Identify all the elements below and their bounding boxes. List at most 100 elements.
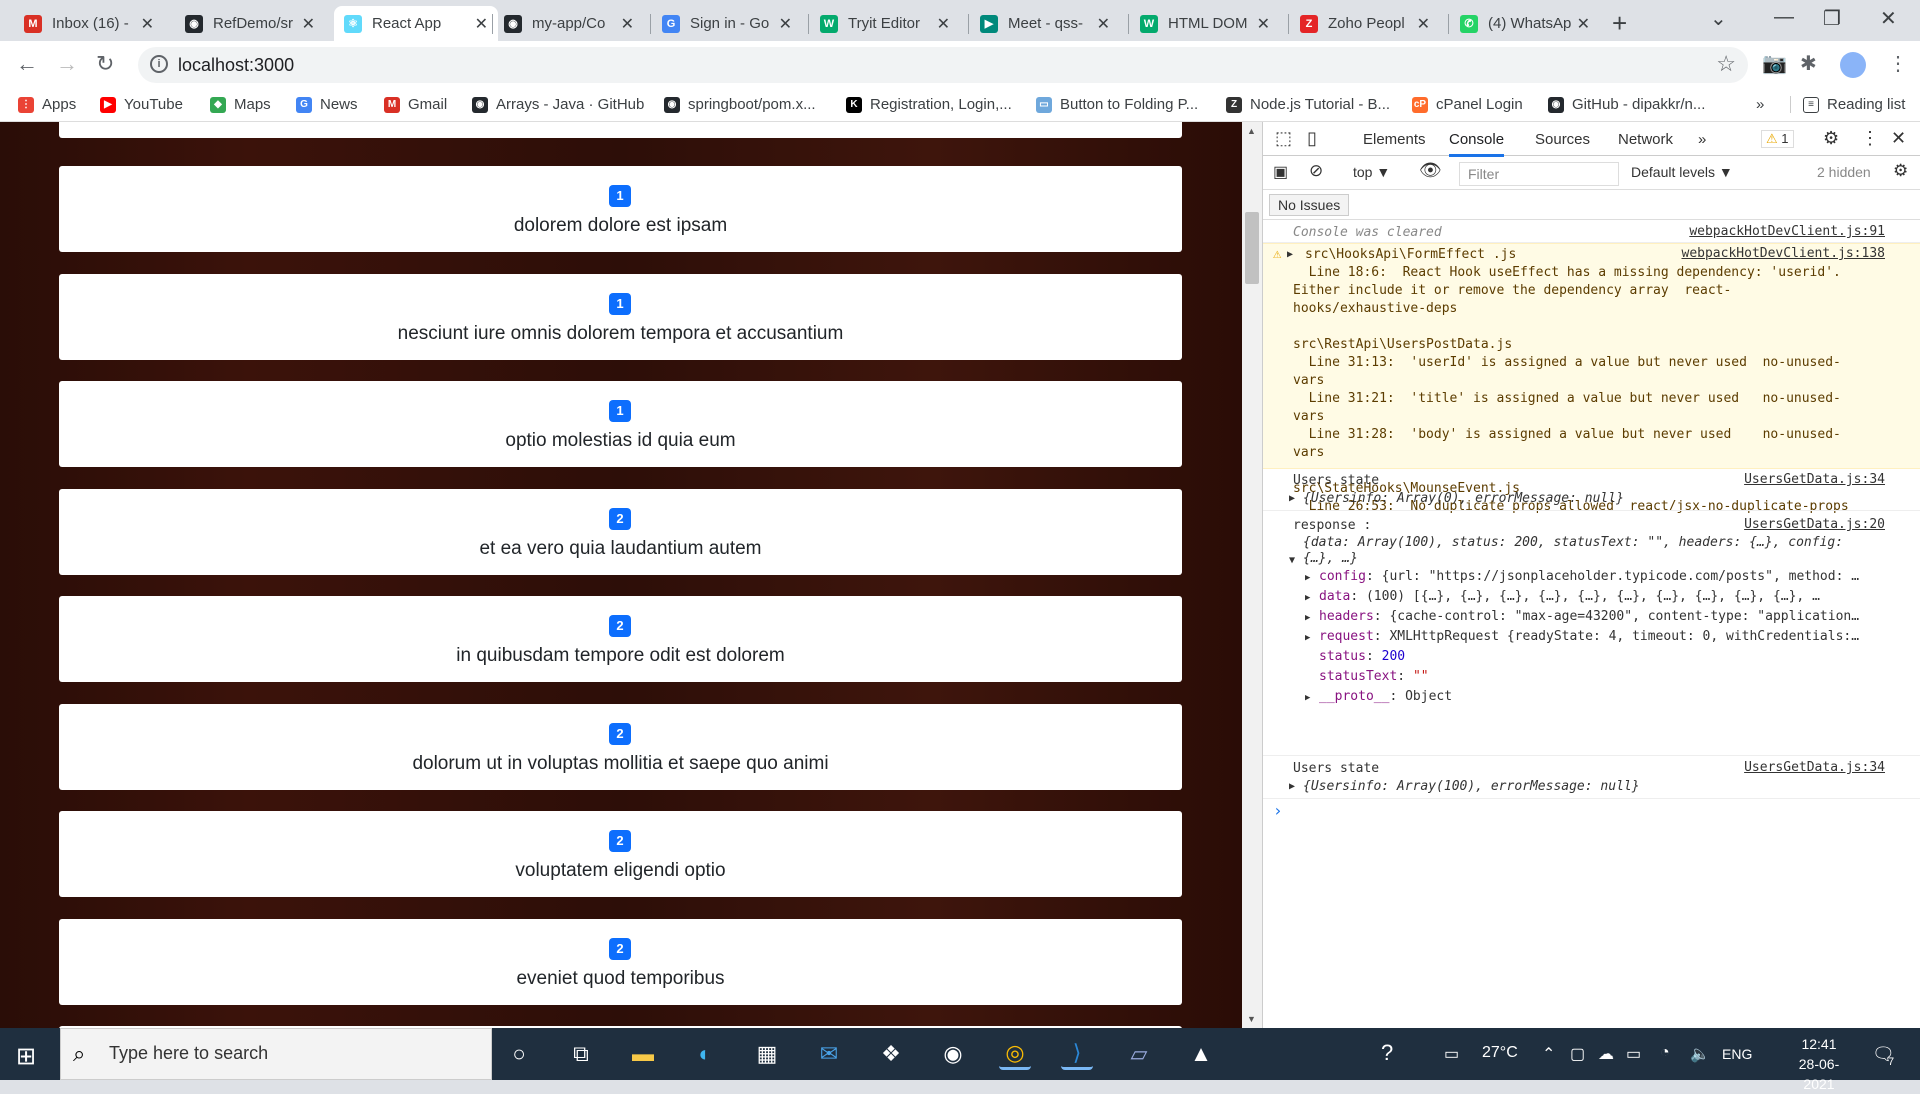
battery-icon[interactable]: ▭ [1626,1044,1641,1064]
close-window-button[interactable]: ✕ [1880,6,1897,31]
expand-triangle-icon[interactable]: ▶ [1289,778,1295,796]
weather-icon[interactable]: ▭ [1444,1044,1459,1064]
live-expression-eye-icon[interactable]: 👁 [1419,160,1442,181]
bookmark-item[interactable]: ◉ springboot/pom.x... [664,96,816,113]
notepad-icon[interactable]: ▱ [1123,1038,1155,1070]
sidebar-toggle-icon[interactable]: ▣ [1273,162,1288,182]
reading-list-button[interactable]: ≡ Reading list [1790,96,1905,113]
restore-button[interactable]: ❐ [1823,6,1841,31]
vscode-icon[interactable]: ⟩ [1061,1038,1093,1070]
help-icon[interactable]: ? [1381,1040,1393,1066]
users-state-object[interactable]: {Usersinfo: Array(0), errorMessage: null… [1303,490,1624,508]
github-desktop-icon[interactable]: ◉ [937,1038,969,1070]
source-link[interactable]: UsersGetData.js:34 [1744,472,1885,487]
new-tab-button[interactable]: + [1612,8,1627,39]
browser-tab[interactable]: ▶ Meet - qss- ✕ [970,6,1120,41]
bookmark-item[interactable]: G News [296,96,358,113]
bookmark-item[interactable]: ▶ YouTube [100,96,183,113]
console-settings-gear-icon[interactable]: ⚙ [1893,161,1908,181]
edge-icon[interactable]: ◐ [689,1038,721,1070]
volume-icon[interactable]: 🔈 [1690,1044,1710,1064]
extensions-puzzle-icon[interactable]: ✱ [1800,51,1817,76]
expand-triangle-icon[interactable]: ▶ [1305,589,1310,607]
clock[interactable]: 12:41 28-06-2021 [1784,1034,1854,1094]
expand-triangle-icon[interactable]: ▶ [1287,246,1293,264]
close-tab-icon[interactable]: ✕ [475,14,488,34]
tab-search-icon[interactable]: ⌄ [1710,6,1727,31]
bookmark-item[interactable]: ▭ Button to Folding P... [1036,96,1198,113]
camera-icon[interactable]: 📷 [1762,51,1787,76]
show-hidden-icons-icon[interactable]: ⌃ [1542,1044,1555,1064]
tab-sources[interactable]: Sources [1535,131,1590,148]
page-scrollbar[interactable]: ▲ ▼ [1242,122,1262,1028]
tab-network[interactable]: Network [1618,131,1673,148]
dropbox-icon[interactable]: ❖ [875,1038,907,1070]
close-tab-icon[interactable]: ✕ [779,14,792,34]
reload-icon[interactable]: ↻ [96,51,114,77]
bookmark-item[interactable]: Z Node.js Tutorial - B... [1226,96,1390,113]
weather-temp[interactable]: 27°C [1482,1044,1518,1062]
more-tabs-button[interactable]: » [1698,131,1706,148]
no-issues-button[interactable]: No Issues [1269,194,1350,216]
source-link[interactable]: UsersGetData.js:20 [1744,517,1885,532]
context-select[interactable]: top ▼ [1353,164,1390,180]
close-devtools-icon[interactable]: ✕ [1891,128,1906,149]
bookmark-item[interactable]: ◆ Maps [210,96,271,113]
expand-triangle-icon[interactable]: ▶ [1305,689,1310,707]
scrollbar-thumb[interactable] [1245,212,1259,284]
tab-elements[interactable]: Elements [1363,131,1426,148]
chrome-icon[interactable]: ◎ [999,1038,1031,1070]
close-tab-icon[interactable]: ✕ [621,14,634,34]
browser-tab[interactable]: Z Zoho Peopl ✕ [1290,6,1440,41]
tab-console[interactable]: Console [1449,131,1505,157]
url-text[interactable]: localhost:3000 [178,55,294,76]
response-property[interactable]: data: (100) [{…}, {…}, {…}, {…}, {…}, {…… [1319,588,1820,606]
close-tab-icon[interactable]: ✕ [1257,14,1270,34]
bookmark-item[interactable]: M Gmail [384,96,447,113]
response-object-preview[interactable]: {data: Array(100), status: 200, statusTe… [1303,534,1843,552]
bookmark-item[interactable]: ⋮ Apps [18,96,76,113]
mail-icon[interactable]: ✉ [813,1038,845,1070]
bookmark-item[interactable]: K Registration, Login,... [846,96,1012,113]
onedrive-icon[interactable]: ☁ [1598,1044,1614,1064]
file-explorer-icon[interactable]: ▬ [627,1038,659,1070]
bookmark-star-icon[interactable]: ☆ [1716,51,1736,77]
collapse-triangle-icon[interactable]: ▼ [1289,552,1295,570]
scroll-down-arrow-icon[interactable]: ▼ [1247,1014,1256,1024]
back-arrow-icon[interactable]: ← [16,51,38,77]
photos-icon[interactable]: ▲ [1185,1038,1217,1070]
close-tab-icon[interactable]: ✕ [937,14,950,34]
profile-avatar[interactable] [1840,52,1866,78]
forward-arrow-icon[interactable]: → [56,51,78,77]
minimize-button[interactable]: — [1774,6,1794,29]
browser-tab[interactable]: W HTML DOM ✕ [1130,6,1280,41]
wifi-icon[interactable]: ◔ [1660,1044,1670,1062]
expand-triangle-icon[interactable]: ▶ [1305,609,1310,627]
taskbar-search-box[interactable]: ⌕ Type here to search [60,1028,492,1080]
tray-device-icon[interactable]: ▢ [1570,1044,1585,1064]
devtools-menu-icon[interactable]: ⋮ [1861,128,1879,149]
close-tab-icon[interactable]: ✕ [302,14,315,34]
console-prompt[interactable]: › [1273,802,1283,820]
language-indicator[interactable]: ENG [1722,1046,1752,1062]
site-info-icon[interactable]: i [150,55,168,73]
browser-tab[interactable]: W Tryit Editor ✕ [810,6,960,41]
windows-start-icon[interactable]: ⊞ [16,1042,36,1071]
browser-tab[interactable]: ✆ (4) WhatsAp ✕ [1450,6,1600,41]
source-link[interactable]: webpackHotDevClient.js:91 [1689,224,1885,239]
close-tab-icon[interactable]: ✕ [141,14,154,34]
response-property[interactable]: config: {url: "https://jsonplaceholder.t… [1319,568,1859,586]
expand-triangle-icon[interactable]: ▶ [1305,569,1310,587]
clear-console-icon[interactable]: ⊘ [1309,161,1323,181]
inspect-element-icon[interactable]: ⬚ [1275,128,1292,149]
settings-gear-icon[interactable]: ⚙ [1823,128,1839,149]
response-property[interactable]: headers: {cache-control: "max-age=43200"… [1319,608,1859,626]
kebab-menu-icon[interactable]: ⋮ [1888,51,1908,76]
close-tab-icon[interactable]: ✕ [1417,14,1430,34]
response-property[interactable]: __proto__: Object [1319,688,1452,706]
browser-tab[interactable]: M Inbox (16) - ✕ [14,6,164,41]
browser-tab[interactable]: G Sign in - Go ✕ [652,6,802,41]
bookmark-item[interactable]: ◉ GitHub - dipakkr/n... [1548,96,1705,113]
bookmark-item[interactable]: ◉ Arrays - Java · GitHub [472,96,644,113]
browser-tab[interactable]: ◉ RefDemo/sr ✕ [175,6,325,41]
